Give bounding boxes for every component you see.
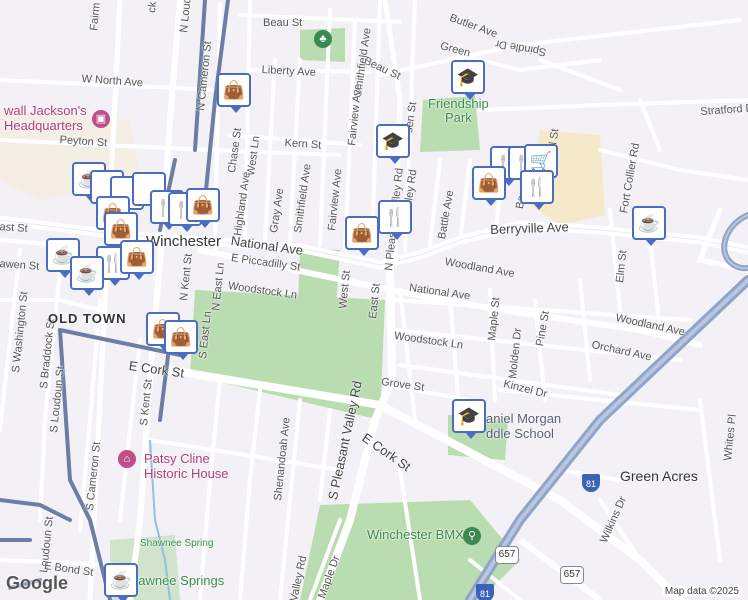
coffee-cup-icon[interactable]: ☕ [632, 206, 666, 246]
place-label-shawnee-spring[interactable]: Shawnee Spring [140, 538, 213, 549]
shopping-bag-icon[interactable]: 👜 [164, 320, 198, 360]
place-label-winchester-bmx[interactable]: Winchester BMX [367, 527, 464, 542]
place-label-park[interactable]: Park [445, 110, 472, 125]
museum-icon[interactable]: ▣ [92, 110, 110, 128]
place-label-middle-school[interactable]: ddle School [486, 426, 554, 441]
shopping-bag-icon[interactable]: 👜 [186, 188, 220, 228]
place-label-green-acres: Green Acres [620, 468, 698, 484]
museum-icon[interactable]: ⌂ [118, 450, 136, 468]
graduation-cap-icon[interactable]: 🎓 [452, 399, 486, 439]
route-657-shield: 657 [495, 546, 519, 564]
fork-knife-icon[interactable]: 🍴 [520, 170, 554, 210]
bicycle-icon[interactable]: ⚲ [463, 527, 481, 545]
shopping-bag-icon[interactable]: 👜 [120, 240, 154, 280]
map-canvas[interactable]: Beau St Beau St Butler Ave Liberty Ave W… [0, 0, 748, 600]
graduation-cap-icon[interactable]: 🎓 [451, 60, 485, 100]
map-attribution[interactable]: Map data ©2025 [661, 586, 742, 597]
place-label-stonewall-jackson[interactable]: wall Jackson's [4, 103, 87, 118]
place-label-old-town: OLD TOWN [48, 311, 127, 326]
street-label-east-st-west: ast St [0, 221, 29, 235]
street-label-kern-st: Kern St [284, 137, 322, 152]
route-657-shield: 657 [560, 566, 584, 584]
place-label-historic-house[interactable]: Historic House [144, 466, 229, 481]
street-label-beau-st: Beau St [263, 17, 303, 29]
fork-knife-icon[interactable]: 🍴 [378, 200, 412, 240]
shopping-bag-icon[interactable]: 👜 [472, 166, 506, 206]
place-label-headquarters[interactable]: Headquarters [4, 118, 83, 133]
shopping-bag-icon[interactable]: 👜 [345, 216, 379, 256]
shopping-bag-icon[interactable]: 👜 [217, 73, 251, 113]
graduation-cap-icon[interactable]: 🎓 [376, 124, 410, 164]
place-label-winchester: Winchester [146, 233, 222, 250]
place-label-shawnee-springs[interactable]: hawnee Springs [131, 573, 224, 588]
interstate-81-shield: 81 [476, 584, 494, 600]
google-logo[interactable]: Google [6, 573, 68, 594]
tree-icon[interactable]: ♣ [314, 30, 332, 48]
coffee-cup-icon[interactable]: ☕ [104, 563, 138, 600]
interstate-81-shield: 81 [582, 474, 600, 492]
street-label-berryville-ave: Berryville Ave [490, 219, 569, 237]
coffee-cup-icon[interactable]: ☕ [70, 256, 104, 296]
place-label-daniel-morgan[interactable]: aniel Morgan [486, 411, 561, 426]
place-label-patsy-cline[interactable]: Patsy Cline [144, 451, 210, 466]
place-label-friendship[interactable]: Friendship [428, 96, 489, 111]
